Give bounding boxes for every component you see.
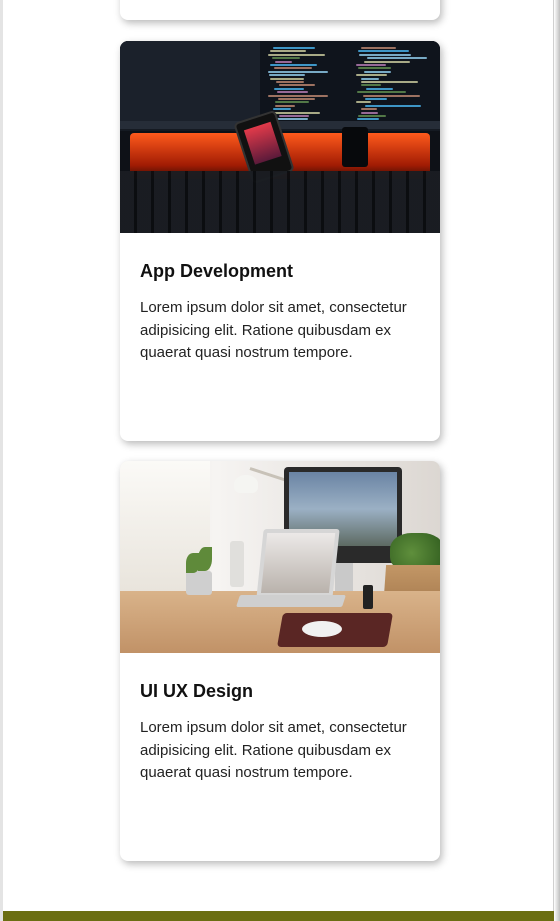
service-card-ui-ux-design[interactable]: UI UX Design Lorem ipsum dolor sit amet,… [120,461,440,861]
card-image-ui-ux-design [120,461,440,653]
footer-bar [3,911,554,921]
card-description: Lorem ipsum dolor sit amet, consectetur … [140,719,407,781]
card-body: UI UX Design Lorem ipsum dolor sit amet,… [120,653,440,805]
page-left-edge [0,0,3,921]
service-card-app-development[interactable]: App Development Lorem ipsum dolor sit am… [120,41,440,441]
card-image-app-development [120,41,440,233]
service-card-previous [120,0,440,20]
card-title: App Development [140,261,294,281]
page-right-shadow [554,0,560,921]
card-title: UI UX Design [140,681,254,701]
card-description: Lorem ipsum dolor sit amet, consectetur … [140,299,407,361]
card-body: App Development Lorem ipsum dolor sit am… [120,233,440,385]
